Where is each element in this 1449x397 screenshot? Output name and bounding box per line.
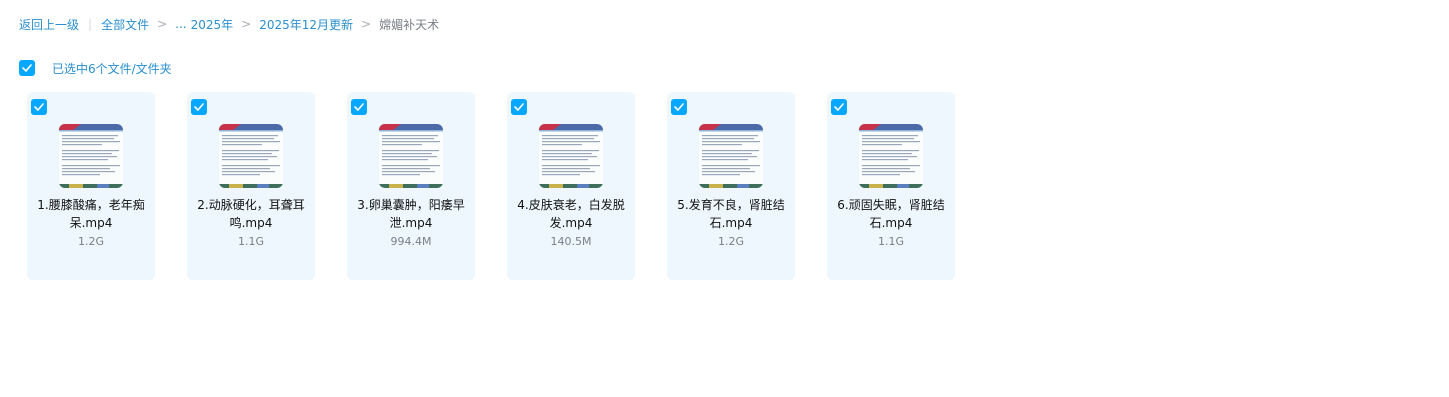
- back-link[interactable]: 返回上一级: [19, 16, 79, 33]
- file-checkbox[interactable]: [671, 99, 687, 115]
- file-card[interactable]: 1.腰膝酸痛，老年痴呆.mp4 1.2G: [27, 92, 155, 280]
- breadcrumb-all-files[interactable]: 全部文件: [101, 16, 149, 33]
- chevron-right-icon: >: [157, 17, 168, 31]
- file-card[interactable]: 4.皮肤衰老，白发脱发.mp4 140.5M: [507, 92, 635, 280]
- video-thumbnail[interactable]: [219, 124, 283, 188]
- breadcrumb-ellipsis[interactable]: ...: [175, 17, 186, 31]
- video-thumbnail[interactable]: [859, 124, 923, 188]
- file-card[interactable]: 2.动脉硬化，耳聋耳鸣.mp4 1.1G: [187, 92, 315, 280]
- selection-count-label: 已选中6个文件/文件夹: [52, 61, 172, 76]
- video-thumbnail[interactable]: [59, 124, 123, 188]
- file-checkbox[interactable]: [511, 99, 527, 115]
- file-name[interactable]: 4.皮肤衰老，白发脱发.mp4: [513, 196, 629, 232]
- file-checkbox[interactable]: [831, 99, 847, 115]
- checkmark-icon: [34, 103, 44, 111]
- checkmark-icon: [514, 103, 524, 111]
- breadcrumb: 返回上一级 | 全部文件 > ... 2025年 > 2025年12月更新 > …: [19, 14, 439, 34]
- checkmark-icon: [354, 103, 364, 111]
- select-all-checkbox[interactable]: [19, 60, 35, 76]
- file-name[interactable]: 1.腰膝酸痛，老年痴呆.mp4: [33, 196, 149, 232]
- file-size: 994.4M: [390, 235, 432, 248]
- file-checkbox[interactable]: [351, 99, 367, 115]
- checkmark-icon: [674, 103, 684, 111]
- checkmark-icon: [834, 103, 844, 111]
- file-size: 140.5M: [550, 235, 592, 248]
- file-name[interactable]: 5.发育不良，肾脏结石.mp4: [673, 196, 789, 232]
- file-card[interactable]: 5.发育不良，肾脏结石.mp4 1.2G: [667, 92, 795, 280]
- checkmark-icon: [194, 103, 204, 111]
- file-size: 1.1G: [877, 235, 905, 248]
- video-thumbnail[interactable]: [379, 124, 443, 188]
- file-card[interactable]: 6.顽固失眠，肾脏结石.mp4 1.1G: [827, 92, 955, 280]
- breadcrumb-month[interactable]: 2025年12月更新: [259, 16, 353, 33]
- file-name[interactable]: 3.卵巢囊肿，阳痿早泄.mp4: [353, 196, 469, 232]
- breadcrumb-divider: |: [88, 17, 93, 31]
- checkmark-icon: [22, 64, 32, 72]
- file-grid: 1.腰膝酸痛，老年痴呆.mp4 1.2G 2.动脉硬化，耳聋耳鸣.mp4 1.1…: [27, 92, 987, 280]
- breadcrumb-year[interactable]: 2025年: [191, 16, 234, 33]
- file-card[interactable]: 3.卵巢囊肿，阳痿早泄.mp4 994.4M: [347, 92, 475, 280]
- file-size: 1.2G: [717, 235, 745, 248]
- file-size: 1.1G: [237, 235, 265, 248]
- video-thumbnail[interactable]: [699, 124, 763, 188]
- file-checkbox[interactable]: [191, 99, 207, 115]
- file-name[interactable]: 2.动脉硬化，耳聋耳鸣.mp4: [193, 196, 309, 232]
- chevron-right-icon: >: [241, 17, 252, 31]
- file-size: 1.2G: [77, 235, 105, 248]
- chevron-right-icon: >: [361, 17, 372, 31]
- video-thumbnail[interactable]: [539, 124, 603, 188]
- file-name[interactable]: 6.顽固失眠，肾脏结石.mp4: [833, 196, 949, 232]
- selection-bar: 已选中6个文件/文件夹: [19, 59, 172, 77]
- breadcrumb-current: 嫦媚补天术: [379, 17, 440, 32]
- file-checkbox[interactable]: [31, 99, 47, 115]
